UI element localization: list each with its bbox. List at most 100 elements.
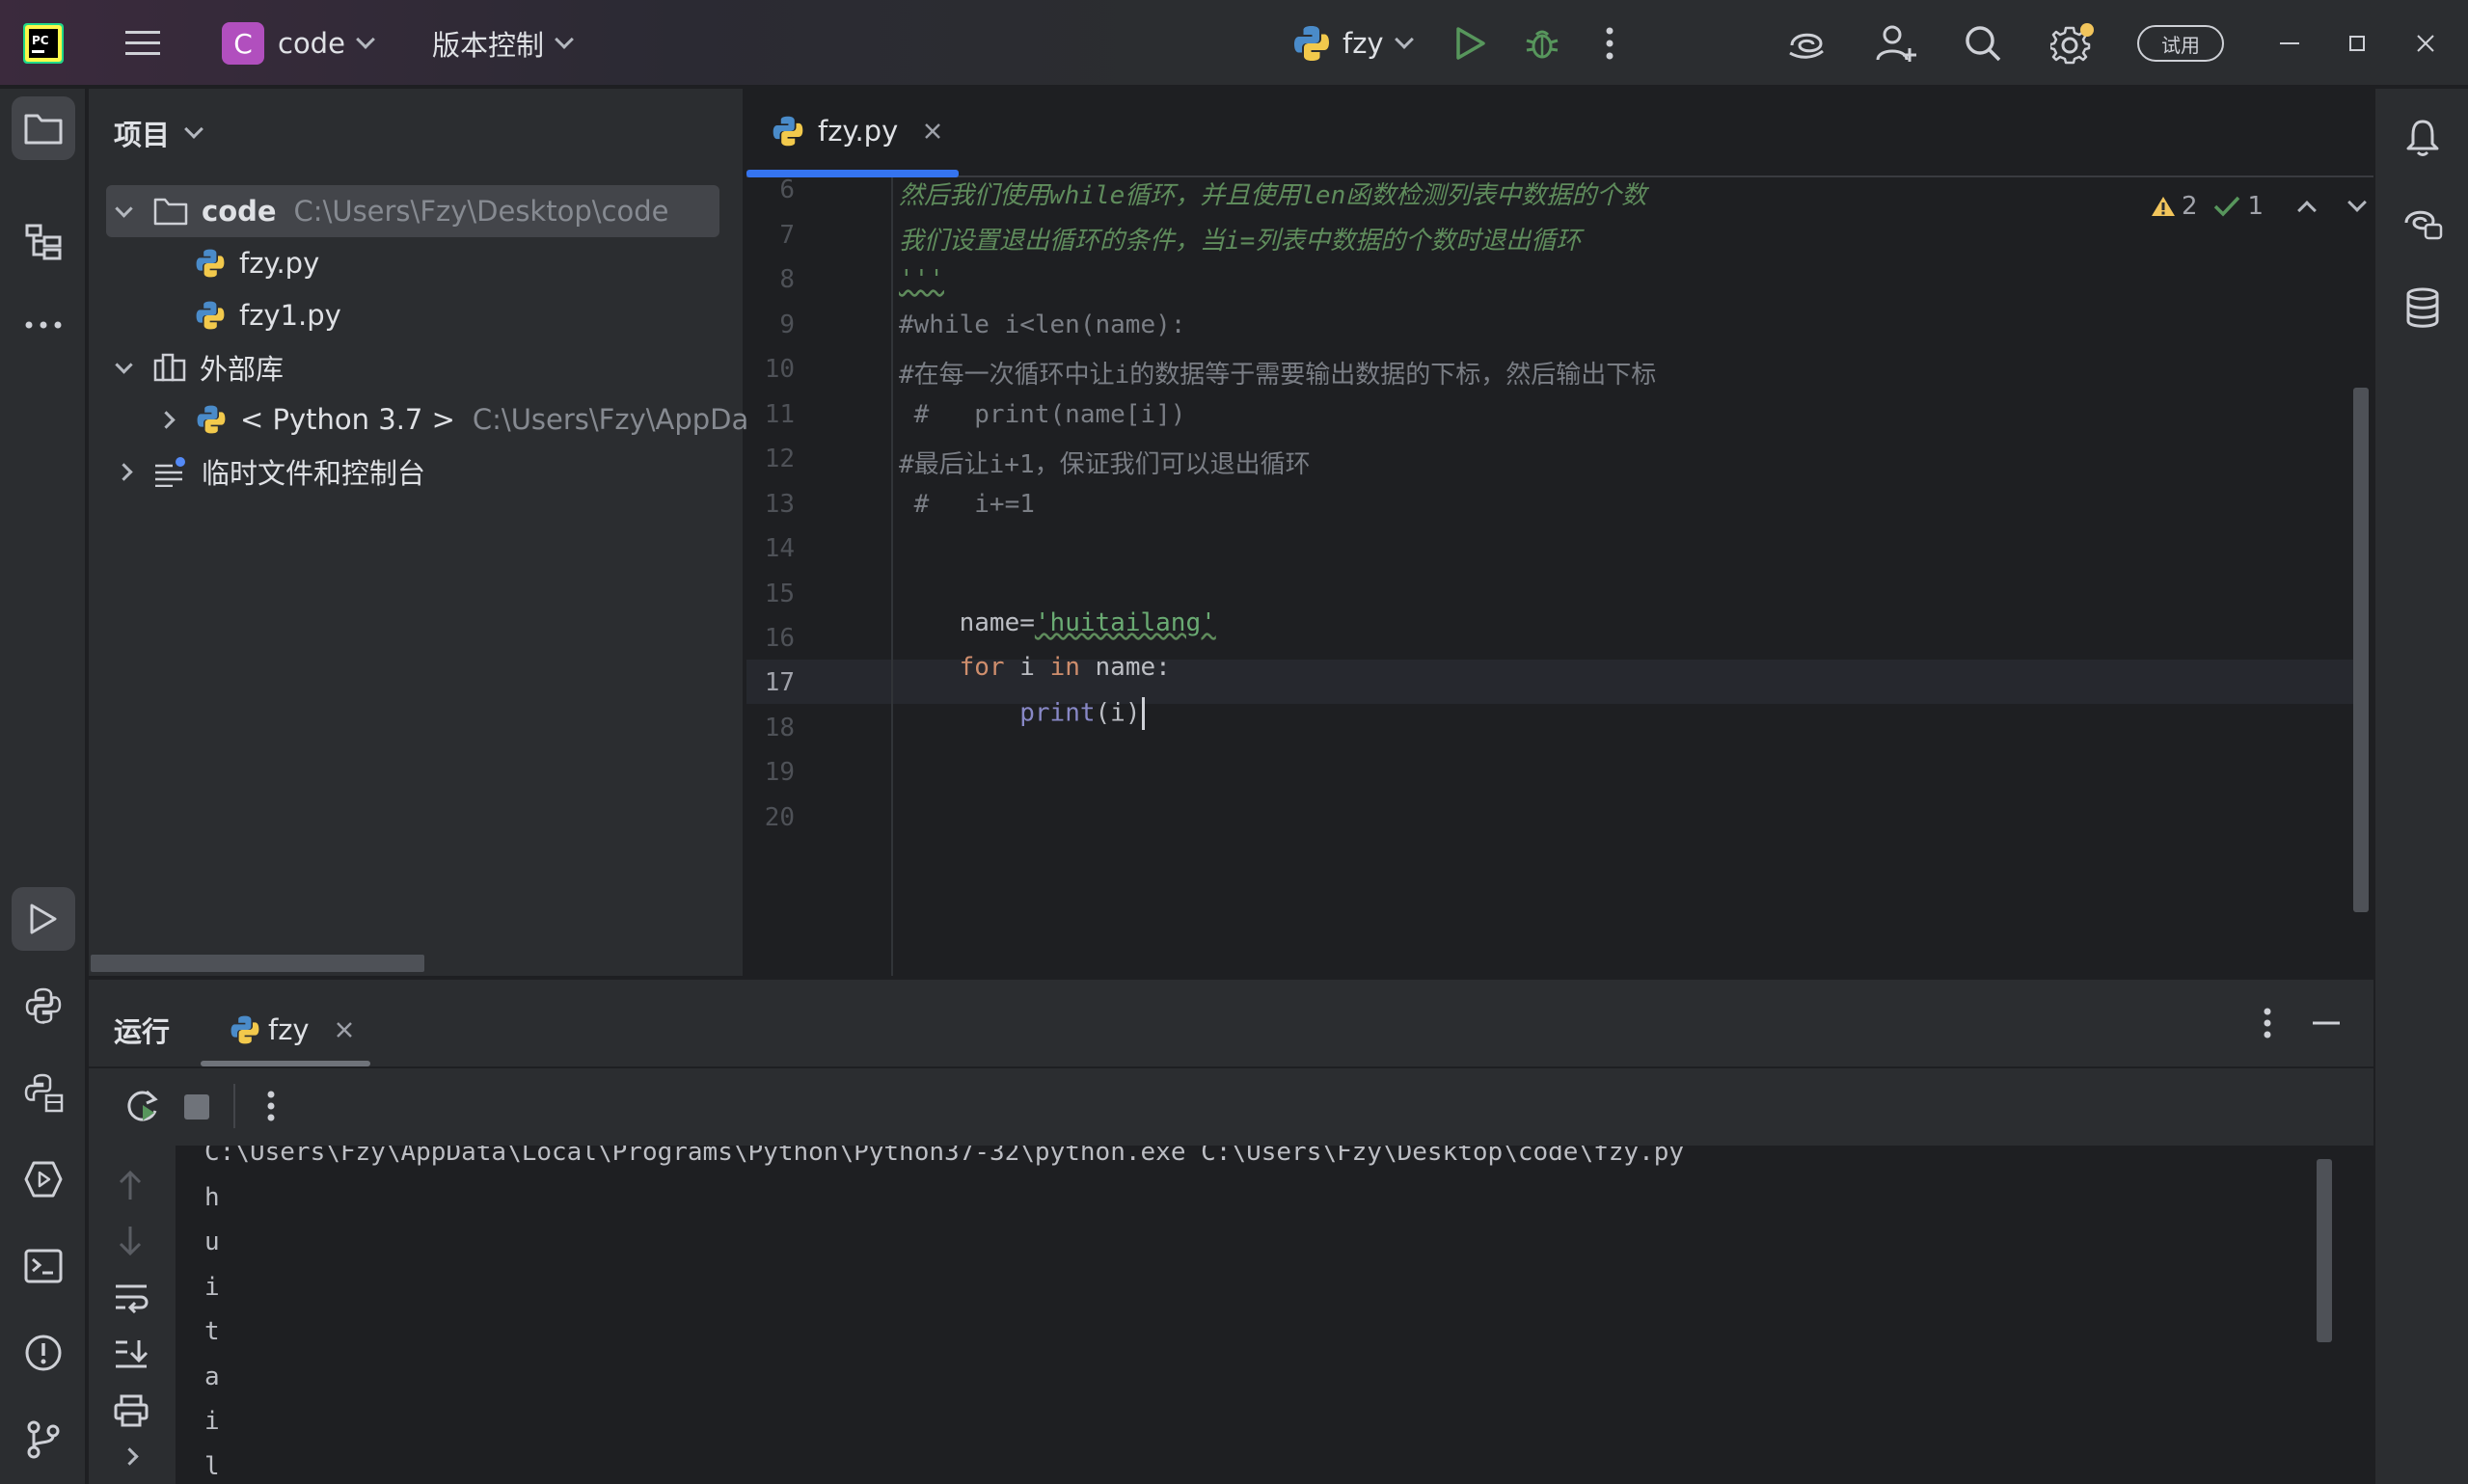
bell-icon — [2406, 120, 2439, 156]
tree-item-label: 临时文件和控制台 — [202, 457, 426, 490]
code-token-builtin: print — [1019, 698, 1096, 728]
notifications-button[interactable] — [2391, 106, 2454, 170]
library-icon — [153, 353, 186, 382]
console-line: a — [204, 1363, 220, 1391]
expand-toolbar-button[interactable] — [121, 1447, 139, 1467]
ai-chat-button[interactable] — [2391, 191, 2454, 255]
warning-icon — [2152, 197, 2175, 216]
scratches-icon — [155, 457, 185, 487]
project-horizontal-scrollbar[interactable] — [91, 955, 424, 972]
tree-item-fzy-py[interactable]: fzy.py — [195, 237, 319, 289]
code-line[interactable]: # print(name[i]) — [899, 400, 1186, 429]
debug-button[interactable] — [1524, 0, 1560, 87]
settings-button[interactable] — [2050, 0, 2095, 87]
project-tool-button[interactable] — [12, 96, 75, 160]
problems-button[interactable] — [12, 1321, 75, 1385]
console-line: u — [204, 1228, 220, 1256]
tree-item-code[interactable]: code C:\Users\Fzy\Desktop\code — [115, 185, 668, 237]
python-packages-button[interactable] — [12, 1061, 75, 1124]
more-tools-button[interactable] — [12, 293, 75, 357]
code-line[interactable]: #while i<len(name): — [899, 310, 1185, 339]
trial-badge[interactable]: 试用 — [2137, 0, 2224, 87]
structure-tool-button[interactable] — [12, 210, 75, 274]
chevron-down-icon[interactable] — [2347, 193, 2367, 212]
tree-item-python-sdk[interactable]: < Python 3.7 > C:\Users\Fzy\AppData\Lo — [157, 393, 819, 445]
terminal-button[interactable] — [12, 1234, 75, 1298]
soft-wrap-icon — [116, 1284, 149, 1313]
toolbar-divider — [233, 1084, 235, 1128]
project-view-selector[interactable]: 项目 — [114, 108, 203, 158]
search-everywhere-button[interactable] — [1964, 0, 2002, 87]
run-tool-button[interactable] — [12, 887, 75, 951]
more-actions-button[interactable] — [1605, 0, 1614, 87]
code-line[interactable]: 然后我们使用while循环，并且使用len函数检测列表中数据的个数 — [899, 175, 1646, 211]
scroll-down-button[interactable] — [116, 1225, 145, 1257]
close-tab-button[interactable] — [923, 121, 942, 141]
minimize-button[interactable] — [2278, 0, 2301, 87]
pycharm-logo-icon: PC — [23, 0, 64, 87]
editor-vertical-scrollbar[interactable] — [2353, 388, 2369, 912]
console-output[interactable]: C:\Users\Fzy\AppData\Local\Programs\Pyth… — [176, 1146, 2373, 1484]
hide-panel-button[interactable] — [2311, 1009, 2342, 1038]
console-vertical-scrollbar[interactable] — [2317, 1159, 2332, 1342]
run-toolbar-more-button[interactable] — [266, 1090, 276, 1122]
services-button[interactable] — [12, 1147, 75, 1211]
code-line[interactable]: #最后让i+1，保证我们可以退出循环 — [899, 445, 1311, 480]
run-panel-options-button[interactable] — [2263, 1007, 2272, 1039]
line-number: 14 — [764, 534, 795, 563]
play-icon — [30, 904, 57, 934]
ai-chat-icon — [2404, 210, 2443, 240]
soft-wrap-button[interactable] — [114, 1282, 149, 1313]
close-icon — [2417, 35, 2434, 52]
python-icon — [197, 405, 226, 434]
line-number: 20 — [764, 803, 795, 832]
line-number: 12 — [764, 445, 795, 473]
run-tab-fzy[interactable]: fzy — [230, 999, 354, 1061]
tree-item-external-libraries[interactable]: 外部库 — [115, 341, 284, 393]
run-config-selector[interactable]: fzy — [1292, 0, 1414, 87]
tree-item-scratches[interactable]: 临时文件和控制台 — [115, 445, 426, 498]
stop-button[interactable] — [183, 1093, 210, 1120]
vcs-menu[interactable]: 版本控制 — [432, 0, 574, 87]
ai-assistant-button[interactable] — [1786, 0, 1827, 87]
code-with-me-button[interactable] — [1875, 0, 1917, 87]
tree-item-fzy1-py[interactable]: fzy1.py — [195, 289, 341, 341]
code-line[interactable]: #在每一次循环中让i的数据等于需要输出数据的下标，然后输出下标 — [899, 355, 1656, 391]
chevron-up-icon[interactable] — [2297, 201, 2317, 220]
run-panel-title: 运行 — [114, 1015, 171, 1048]
svg-text:PC: PC — [32, 34, 49, 47]
database-button[interactable] — [2391, 276, 2454, 339]
print-button[interactable] — [114, 1394, 149, 1427]
chevron-down-icon — [115, 355, 133, 374]
project-switcher[interactable]: C code — [222, 0, 375, 87]
scroll-up-button[interactable] — [116, 1169, 145, 1201]
tree-item-label: fzy1.py — [239, 299, 341, 332]
code-line[interactable]: # i+=1 — [899, 490, 1035, 519]
main-menu-button[interactable] — [123, 0, 162, 87]
close-window-button[interactable] — [2414, 0, 2437, 87]
line-number: 7 — [779, 221, 795, 250]
close-icon — [925, 123, 941, 139]
git-button[interactable] — [12, 1408, 75, 1471]
python-console-icon — [25, 987, 62, 1024]
python-console-button[interactable] — [12, 974, 75, 1038]
database-icon — [2406, 287, 2439, 328]
right-tool-strip — [2373, 89, 2468, 1484]
code-line[interactable]: 我们设置退出循环的条件，当i=列表中数据的个数时退出循环 — [899, 221, 1581, 256]
close-run-tab-button[interactable] — [335, 1020, 354, 1039]
vcs-label: 版本控制 — [432, 29, 545, 62]
code-line-current[interactable]: print(i) — [899, 668, 1145, 759]
run-button[interactable] — [1454, 0, 1487, 87]
close-icon — [336, 1022, 352, 1038]
chevron-right-icon — [121, 1447, 139, 1466]
scroll-to-end-button[interactable] — [114, 1338, 149, 1369]
inspection-widget[interactable]: 2 1 — [2151, 189, 2367, 224]
maximize-button[interactable] — [2346, 0, 2369, 87]
editor-tab-fzy-py[interactable]: fzy.py — [772, 89, 942, 174]
code-line[interactable]: ''' — [899, 265, 944, 294]
code-token: (i) — [1095, 698, 1141, 728]
rerun-button[interactable] — [123, 1088, 162, 1124]
line-number: 13 — [764, 490, 795, 519]
services-icon — [24, 1161, 63, 1198]
